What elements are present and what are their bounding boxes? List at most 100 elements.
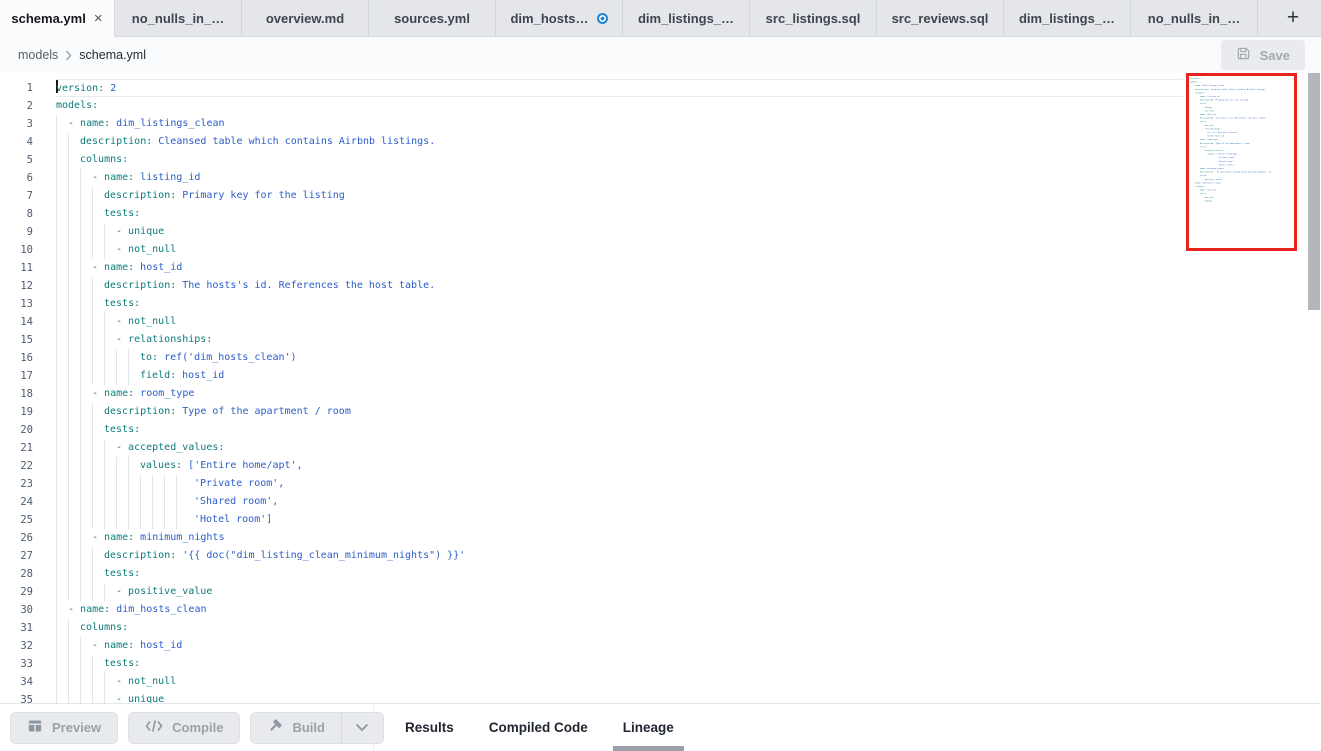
code-line-content: 'Shared room', [56,493,1183,511]
code-line-content: - name: dim_listings_clean [56,115,1183,133]
line-number: 5 [0,151,33,169]
code-line[interactable]: 3- name: dim_listings_clean [0,115,1321,133]
code-line[interactable]: 35- unique [0,691,1321,703]
code-line[interactable]: 16to: ref('dim_hosts_clean') [0,349,1321,367]
code-line[interactable]: 17field: host_id [0,367,1321,385]
code-line-content: description: The hosts's id. References … [56,277,1183,295]
editor-tab[interactable]: src_listings.sql [750,0,877,36]
code-line[interactable]: 8tests: [0,205,1321,223]
code-line[interactable]: 10- not_null [0,241,1321,259]
editor-tab[interactable]: schema.yml× [0,0,115,37]
code-line[interactable]: 13tests: [0,295,1321,313]
line-number: 20 [0,421,33,439]
code-line-content: - relationships: [56,331,1183,349]
editor-tab[interactable]: dim_hosts… [496,0,623,36]
code-line[interactable]: 12description: The hosts's id. Reference… [0,277,1321,295]
editor-tab[interactable]: dim_listings_… [1004,0,1131,36]
code-line[interactable]: - unique [1190,199,1297,203]
tab-lineage[interactable]: Lineage [613,704,684,751]
line-number: 14 [0,313,33,331]
code-line[interactable]: 9- unique [0,223,1321,241]
preview-button[interactable]: Preview [10,712,118,744]
breadcrumb: models schema.yml [18,48,146,62]
breadcrumb-file: schema.yml [79,48,146,62]
tab-label: src_listings.sql [766,11,861,26]
bottom-bar: Preview Compile Build [0,703,1321,751]
line-number: 26 [0,529,33,547]
code-line[interactable]: 21- accepted_values: [0,439,1321,457]
code-line[interactable]: 5 columns: [0,151,1321,169]
code-line[interactable]: 7description: Primary key for the listin… [0,187,1321,205]
code-line-content: tests: [56,565,1183,583]
code-line[interactable]: 23'Private room', [0,475,1321,493]
editor-tab[interactable]: sources.yml [369,0,496,36]
vertical-scrollbar[interactable] [1308,73,1320,310]
line-number: 1 [0,79,33,97]
code-line[interactable]: 28tests: [0,565,1321,583]
panel-divider [373,704,374,751]
code-line-content: version: 2 [56,79,1183,97]
tab-results[interactable]: Results [395,704,464,751]
chevron-right-icon [65,50,72,61]
code-lines: 1 version: 22models:3- name: dim_listings… [0,79,1321,703]
code-line[interactable]: 31columns: [0,619,1321,637]
code-line[interactable]: 4description: Cleansed table which conta… [0,133,1321,151]
code-line[interactable]: 1 version: 2 [0,79,1321,97]
line-number: 19 [0,403,33,421]
code-line[interactable]: 30- name: dim_hosts_clean [0,601,1321,619]
editor-tabs: schema.yml×no_nulls_in_…overview.mdsourc… [0,0,1258,36]
editor-tab[interactable]: dim_listings_… [623,0,750,36]
code-line[interactable]: 14- not_null [0,313,1321,331]
code-editor[interactable]: 1 version: 22models:3- name: dim_listings… [0,73,1321,703]
compile-button[interactable]: Compile [128,712,240,744]
editor-tab-bar: schema.yml×no_nulls_in_…overview.mdsourc… [0,0,1321,37]
editor-tab[interactable]: no_nulls_in_… [1131,0,1258,36]
editor-tab[interactable]: src_reviews.sql [877,0,1004,36]
close-icon[interactable]: × [94,11,103,26]
editor-tab[interactable]: no_nulls_in_… [115,0,242,36]
code-line[interactable]: 33tests: [0,655,1321,673]
code-line-content: - unique [56,691,1183,703]
line-number: 4 [0,133,33,151]
code-line-content: tests: [56,205,1183,223]
action-buttons: Preview Compile Build [0,712,384,744]
code-line[interactable]: 26- name: minimum_nights [0,529,1321,547]
code-line[interactable]: 32- name: host_id [0,637,1321,655]
build-button-group: Build [250,712,384,744]
result-panel-tabs: Results Compiled Code Lineage [395,704,684,751]
code-line[interactable]: 2models: [0,97,1321,115]
code-line[interactable]: 22values: ['Entire home/apt', [0,457,1321,475]
code-line-content: columns: [56,619,1183,637]
tab-compiled-code[interactable]: Compiled Code [479,704,598,751]
breadcrumb-folder[interactable]: models [18,48,58,62]
code-line-content: - accepted_values: [56,439,1183,457]
code-line[interactable]: 11- name: host_id [0,259,1321,277]
save-button[interactable]: Save [1221,40,1305,70]
code-line[interactable]: 6- name: listing_id [0,169,1321,187]
code-line[interactable]: 27description: '{{ doc("dim_listing_clea… [0,547,1321,565]
line-number: 10 [0,241,33,259]
editor-tab[interactable]: overview.md [242,0,369,36]
code-line-content: tests: [56,655,1183,673]
code-line-content: - positive_value [56,583,1183,601]
code-line-content: 'Hotel room'] [56,511,1183,529]
code-line-content: field: host_id [56,367,1183,385]
minimap[interactable]: version: 2models:- name: dim_listings_cl… [1189,76,1297,203]
code-line[interactable]: 29- positive_value [0,583,1321,601]
line-number: 24 [0,493,33,511]
code-line-content: - unique [56,223,1183,241]
code-line[interactable]: 19description: Type of the apartment / r… [0,403,1321,421]
tab-label: overview.md [266,11,344,26]
code-line-content: to: ref('dim_hosts_clean') [56,349,1183,367]
code-line[interactable]: 34- not_null [0,673,1321,691]
code-line[interactable]: 18- name: room_type [0,385,1321,403]
build-button[interactable]: Build [251,713,341,743]
code-line-content: columns: [56,151,1183,169]
code-line[interactable]: 15- relationships: [0,331,1321,349]
code-line[interactable]: 24 'Shared room', [0,493,1321,511]
code-line[interactable]: 25'Hotel room'] [0,511,1321,529]
build-options-button[interactable] [341,713,383,743]
code-line-content: - unique [1190,199,1297,203]
new-tab-button[interactable]: + [1265,0,1321,36]
code-line[interactable]: 20tests: [0,421,1321,439]
